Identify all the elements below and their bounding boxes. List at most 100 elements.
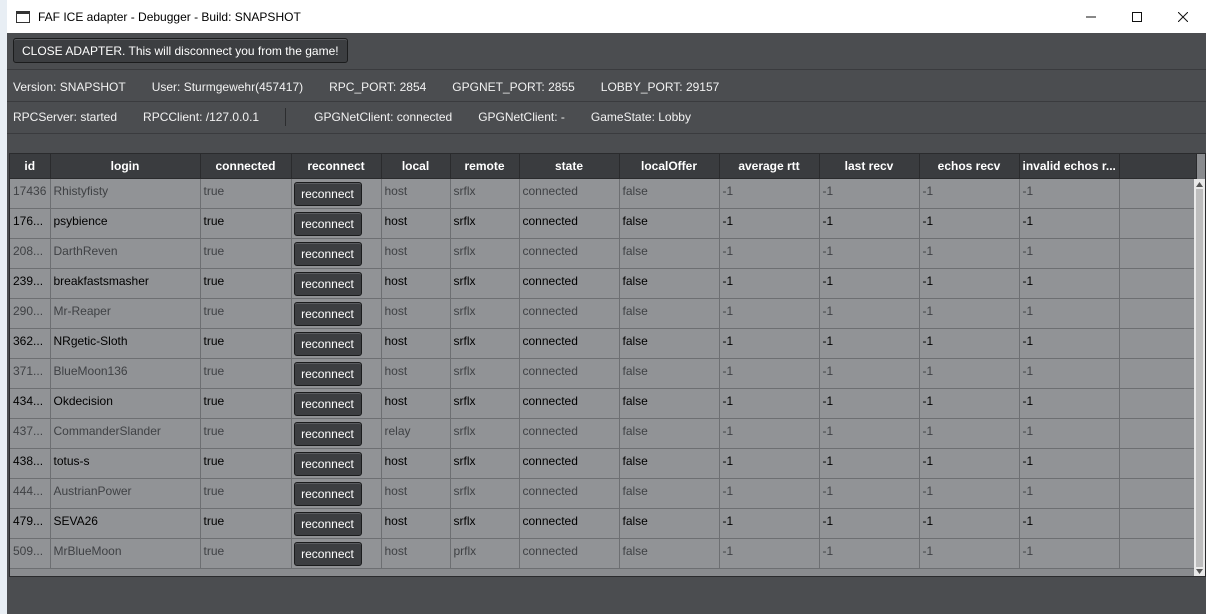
cell-state: connected	[519, 208, 620, 239]
column-header[interactable]: reconnect	[291, 154, 382, 179]
cell-filler	[1119, 298, 1197, 329]
table-header-row: id login connected reconnect local remote stat…	[10, 154, 1197, 179]
cell-remote: srflx	[450, 418, 520, 449]
divider	[7, 133, 1206, 134]
cell-remote: prflx	[450, 538, 520, 569]
column-header[interactable]: localOffer	[619, 154, 720, 179]
table-row[interactable]: 509... MrBlueMoon true reconnect host prflx co…	[10, 538, 1197, 569]
cell-remote: srflx	[450, 478, 520, 509]
reconnect-button[interactable]: reconnect	[293, 212, 362, 236]
cell-echos-recv: -1	[919, 448, 1020, 479]
reconnect-button[interactable]: reconnect	[293, 362, 362, 386]
cell-invalid-echos: -1	[1019, 508, 1120, 539]
reconnect-button[interactable]: reconnect	[293, 392, 362, 416]
peers-table: id login connected reconnect local remote stat…	[9, 153, 1206, 577]
cell-local: host	[381, 538, 451, 569]
reconnect-button[interactable]: reconnect	[293, 512, 362, 536]
debugger-window: FAF ICE adapter - Debugger - Build: SNAP…	[7, 0, 1206, 614]
cell-local: host	[381, 448, 451, 479]
cell-local: host	[381, 208, 451, 239]
cell-reconnect: reconnect	[291, 478, 382, 509]
column-header[interactable]: connected	[200, 154, 292, 179]
cell-reconnect: reconnect	[291, 388, 382, 419]
table-row[interactable]: 208... DarthReven true reconnect host srflx co…	[10, 238, 1197, 269]
cell-filler	[1119, 508, 1197, 539]
title-bar[interactable]: FAF ICE adapter - Debugger - Build: SNAP…	[7, 0, 1206, 33]
cell-reconnect: reconnect	[291, 328, 382, 359]
gpgnet-client-status-2: GPGNetClient: -	[478, 110, 565, 124]
scrollbar-thumb[interactable]	[1196, 189, 1203, 567]
cell-average-rtt: -1	[719, 388, 820, 419]
cell-login: BlueMoon136	[50, 358, 201, 389]
reconnect-button[interactable]: reconnect	[293, 302, 362, 326]
column-header[interactable]: remote	[450, 154, 520, 179]
maximize-button[interactable]	[1114, 0, 1160, 33]
cell-state: connected	[519, 328, 620, 359]
column-header[interactable]: state	[519, 154, 620, 179]
cell-filler	[1119, 418, 1197, 449]
cell-filler	[1119, 238, 1197, 269]
reconnect-button[interactable]: reconnect	[293, 272, 362, 296]
cell-state: connected	[519, 508, 620, 539]
cell-id: 371...	[10, 358, 51, 389]
column-header[interactable]: id	[10, 154, 51, 179]
rpc-port-label: RPC_PORT: 2854	[329, 80, 427, 94]
table-row[interactable]: 290... Mr-Reaper true reconnect host srflx con…	[10, 298, 1197, 329]
scroll-down-arrow-icon[interactable]	[1195, 567, 1204, 575]
reconnect-button[interactable]: reconnect	[293, 422, 362, 446]
column-header[interactable]: local	[381, 154, 451, 179]
column-header[interactable]: echos recv	[919, 154, 1020, 179]
cell-local: host	[381, 358, 451, 389]
cell-local: host	[381, 328, 451, 359]
cell-local-offer: false	[619, 298, 720, 329]
table-row[interactable]: 371... BlueMoon136 true reconnect host srflx c…	[10, 358, 1197, 389]
minimize-button[interactable]	[1068, 0, 1114, 33]
reconnect-button[interactable]: reconnect	[293, 182, 362, 206]
cell-last-recv: -1	[819, 478, 920, 509]
cell-echos-recv: -1	[919, 268, 1020, 299]
column-header[interactable]: invalid echos r...	[1019, 154, 1120, 179]
table-row[interactable]: 438... totus-s true reconnect host srflx conne…	[10, 448, 1197, 479]
cell-filler	[1119, 178, 1197, 209]
column-header[interactable]: last recv	[819, 154, 920, 179]
table-row[interactable]: 434... Okdecision true reconnect host srflx co…	[10, 388, 1197, 419]
cell-average-rtt: -1	[719, 208, 820, 239]
cell-echos-recv: -1	[919, 328, 1020, 359]
reconnect-button[interactable]: reconnect	[293, 482, 362, 506]
column-header[interactable]: average rtt	[719, 154, 820, 179]
cell-local: relay	[381, 418, 451, 449]
table-row[interactable]: 444... AustrianPower true reconnect host srfl…	[10, 478, 1197, 509]
cell-last-recv: -1	[819, 508, 920, 539]
reconnect-button[interactable]: reconnect	[293, 452, 362, 476]
table-row[interactable]: 176... psybience true reconnect host srflx con…	[10, 208, 1197, 239]
vertical-scrollbar[interactable]	[1194, 179, 1205, 576]
table-row[interactable]: 362... NRgetic-Sloth true reconnect host srfl…	[10, 328, 1197, 359]
cell-reconnect: reconnect	[291, 508, 382, 539]
cell-id: 509...	[10, 538, 51, 569]
table-row[interactable]: 239... breakfastsmasher true reconnect host s…	[10, 268, 1197, 299]
cell-state: connected	[519, 358, 620, 389]
close-adapter-button[interactable]: CLOSE ADAPTER. This will disconnect you …	[13, 38, 348, 63]
cell-average-rtt: -1	[719, 418, 820, 449]
cell-connected: true	[200, 508, 292, 539]
cell-echos-recv: -1	[919, 178, 1020, 209]
cell-invalid-echos: -1	[1019, 358, 1120, 389]
cell-login: NRgetic-Sloth	[50, 328, 201, 359]
cell-filler	[1119, 538, 1197, 569]
cell-filler	[1119, 358, 1197, 389]
cell-state: connected	[519, 478, 620, 509]
cell-last-recv: -1	[819, 388, 920, 419]
reconnect-button[interactable]: reconnect	[293, 332, 362, 356]
table-row[interactable]: 479... SEVA26 true reconnect host srflx connec…	[10, 508, 1197, 539]
close-window-button[interactable]	[1160, 0, 1206, 33]
reconnect-button[interactable]: reconnect	[293, 242, 362, 266]
cell-average-rtt: -1	[719, 448, 820, 479]
table-row[interactable]: 17436 Rhistyfisty true reconnect host srflx co…	[10, 178, 1197, 209]
column-header[interactable]: login	[50, 154, 201, 179]
cell-connected: true	[200, 268, 292, 299]
cell-local-offer: false	[619, 538, 720, 569]
reconnect-button[interactable]: reconnect	[293, 542, 362, 566]
cell-average-rtt: -1	[719, 538, 820, 569]
table-row[interactable]: 437... CommanderSlander true reconnect relay…	[10, 418, 1197, 449]
scroll-up-arrow-icon[interactable]	[1195, 180, 1204, 188]
